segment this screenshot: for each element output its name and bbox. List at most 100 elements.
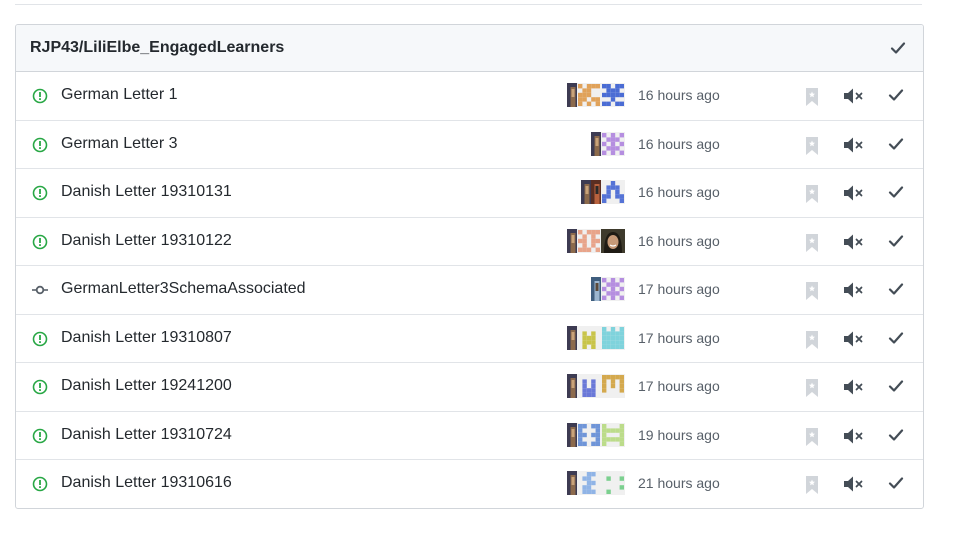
avatar[interactable] [567, 471, 577, 495]
avatar[interactable] [567, 422, 577, 447]
notification-title[interactable]: Danish Letter 19310616 [61, 474, 232, 492]
avatar[interactable] [591, 180, 601, 204]
bookmark-icon[interactable] [805, 427, 823, 447]
avatar[interactable] [567, 228, 577, 253]
participant-avatars [591, 277, 625, 301]
notification-time: 21 hours ago [638, 475, 720, 491]
avatar[interactable] [577, 374, 601, 398]
mark-done-check-icon[interactable] [888, 136, 906, 156]
avatar[interactable] [591, 131, 601, 156]
group-header: RJP43/LiliElbe_EngagedLearners [16, 25, 923, 72]
participant-avatars [567, 83, 625, 107]
avatar[interactable] [601, 180, 625, 204]
notification-time: 17 hours ago [638, 281, 720, 297]
notification-time: 17 hours ago [638, 329, 720, 346]
mark-done-check-icon[interactable] [888, 330, 906, 350]
bookmark-icon[interactable] [805, 281, 823, 301]
participant-avatars [591, 131, 625, 156]
avatar[interactable] [581, 180, 591, 204]
bookmark-icon[interactable] [805, 184, 823, 204]
avatar[interactable] [601, 228, 625, 253]
mute-icon[interactable] [843, 184, 865, 204]
avatar[interactable] [577, 422, 601, 447]
avatar[interactable] [601, 83, 625, 107]
mute-icon[interactable] [843, 427, 865, 447]
notification-row[interactable]: German Letter 1 16 hours ago [16, 72, 923, 121]
bookmark-icon[interactable] [805, 136, 823, 156]
mute-icon[interactable] [843, 233, 865, 253]
notification-row[interactable]: Danish Letter 19310724 19 hours ago [16, 412, 923, 460]
notification-title[interactable]: Danish Letter 19241200 [61, 377, 232, 395]
issue-opened-icon [32, 137, 48, 152]
avatar[interactable] [567, 325, 577, 350]
bookmark-icon[interactable] [805, 378, 823, 398]
notification-title[interactable]: Danish Letter 19310807 [61, 329, 232, 347]
mark-done-check-icon[interactable] [888, 281, 906, 301]
avatar[interactable] [577, 83, 601, 107]
avatar[interactable] [601, 325, 625, 350]
issue-opened-icon [32, 428, 48, 443]
notification-row[interactable]: Danish Letter 19241200 17 hours ago [16, 363, 923, 412]
mark-done-check-icon[interactable] [888, 427, 906, 447]
avatar[interactable] [601, 471, 625, 495]
bookmark-icon[interactable] [805, 87, 823, 107]
notification-row[interactable]: Danish Letter 19310616 21 hours ago [16, 460, 923, 508]
avatar[interactable] [577, 325, 601, 350]
notification-row[interactable]: Danish Letter 19310131 16 hours ago [16, 169, 923, 218]
notification-title[interactable]: Danish Letter 19310122 [61, 232, 232, 250]
issue-opened-icon [32, 379, 48, 395]
participant-avatars [581, 180, 625, 204]
mute-icon[interactable] [843, 136, 865, 156]
mark-done-check-icon[interactable] [888, 378, 906, 398]
avatar[interactable] [601, 277, 625, 301]
issue-opened-icon [32, 88, 48, 104]
notification-time: 16 hours ago [638, 184, 720, 200]
notification-title[interactable]: Danish Letter 19310724 [61, 426, 232, 444]
mark-done-check-icon[interactable] [888, 233, 906, 253]
notification-title[interactable]: German Letter 3 [61, 135, 178, 153]
notification-time: 16 hours ago [638, 87, 720, 103]
avatar[interactable] [567, 83, 577, 107]
mute-icon[interactable] [843, 378, 865, 398]
avatar[interactable] [567, 374, 577, 398]
participant-avatars [567, 374, 625, 398]
notification-title[interactable]: Danish Letter 19310131 [61, 183, 232, 201]
mark-all-done-check-icon[interactable] [890, 40, 906, 56]
participant-avatars [567, 325, 625, 350]
notification-title[interactable]: GermanLetter3SchemaAssociated [61, 280, 306, 298]
participant-avatars [567, 422, 625, 447]
participant-avatars [567, 471, 625, 495]
notification-row[interactable]: GermanLetter3SchemaAssociated 17 hours ag… [16, 266, 923, 315]
notification-group: RJP43/LiliElbe_EngagedLearners German Le… [15, 24, 924, 509]
issue-opened-icon [32, 331, 48, 346]
avatar[interactable] [577, 471, 601, 495]
mute-icon[interactable] [843, 330, 865, 350]
notification-title[interactable]: German Letter 1 [61, 86, 178, 104]
repo-name-link[interactable]: RJP43/LiliElbe_EngagedLearners [30, 39, 284, 57]
mute-icon[interactable] [843, 87, 865, 107]
mark-done-check-icon[interactable] [888, 475, 906, 495]
bookmark-icon[interactable] [805, 475, 823, 495]
avatar[interactable] [601, 422, 625, 447]
notification-time: 17 hours ago [638, 378, 720, 394]
notification-time: 19 hours ago [638, 426, 720, 443]
notification-row[interactable]: Danish Letter 19310122 16 hours ago [16, 218, 923, 266]
notification-row[interactable]: German Letter 3 16 hours ago [16, 121, 923, 169]
mark-done-check-icon[interactable] [888, 184, 906, 204]
notification-row[interactable]: Danish Letter 19310807 17 hours ago [16, 315, 923, 363]
avatar[interactable] [591, 277, 601, 301]
issue-opened-icon [32, 185, 48, 201]
mute-icon[interactable] [843, 475, 865, 495]
mute-icon[interactable] [843, 281, 865, 301]
notification-list: German Letter 1 16 hours ago German Letter… [16, 72, 923, 508]
git-commit-icon [32, 285, 48, 295]
avatar[interactable] [577, 228, 601, 253]
notification-time: 16 hours ago [638, 232, 720, 249]
notification-time: 16 hours ago [638, 135, 720, 152]
bookmark-icon[interactable] [805, 233, 823, 253]
avatar[interactable] [601, 131, 625, 156]
bookmark-icon[interactable] [805, 330, 823, 350]
issue-opened-icon [32, 476, 48, 492]
avatar[interactable] [601, 374, 625, 398]
mark-done-check-icon[interactable] [888, 87, 906, 107]
